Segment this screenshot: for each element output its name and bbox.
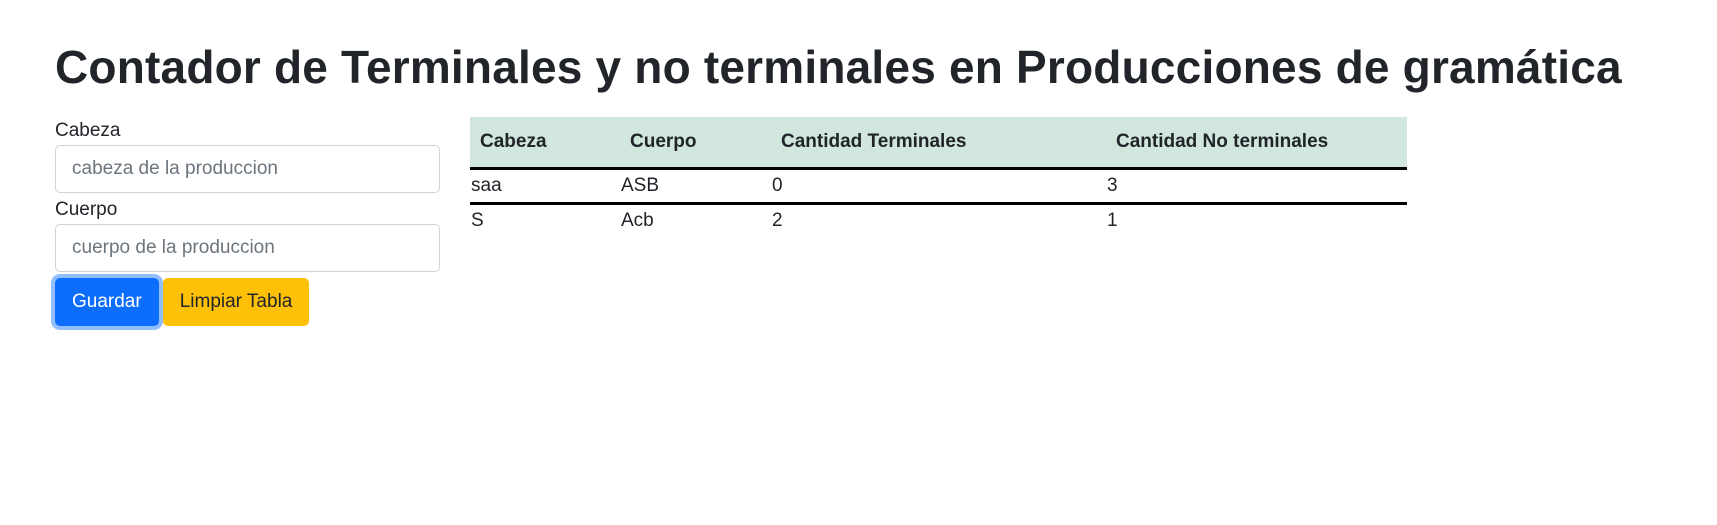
cell-cabeza: saa — [470, 168, 620, 205]
clear-table-button[interactable]: Limpiar Tabla — [162, 277, 310, 326]
table-row: saa ASB 0 3 — [470, 168, 1407, 205]
header-cuerpo: Cuerpo — [620, 117, 771, 170]
table-row: S Acb 2 1 — [470, 204, 1407, 238]
header-cantidad-terminales: Cantidad Terminales — [771, 117, 1106, 170]
page-title: Contador de Terminales y no terminales e… — [55, 41, 1622, 93]
cabeza-input[interactable] — [55, 144, 440, 193]
cell-cuerpo: Acb — [621, 210, 654, 231]
save-button[interactable]: Guardar — [55, 277, 159, 326]
table-body: saa ASB 0 3 S Acb 2 1 — [470, 168, 1407, 238]
cell-cantidad-no-terminales: 1 — [1107, 210, 1118, 231]
header-cantidad-no-terminales: Cantidad No terminales — [1106, 117, 1407, 170]
cell-cantidad-no-terminales: 3 — [1106, 168, 1407, 205]
cell-cantidad-terminales: 0 — [771, 168, 1106, 205]
table-header: Cabeza Cuerpo Cantidad Terminales Cantid… — [470, 117, 1407, 170]
cell-cabeza: S — [471, 210, 484, 231]
header-cabeza: Cabeza — [470, 117, 620, 170]
page: Contador de Terminales y no terminales e… — [0, 0, 1717, 525]
production-form: Cabeza Cuerpo Guardar Limpiar Tabla — [55, 120, 440, 326]
form-buttons: Guardar Limpiar Tabla — [55, 277, 440, 326]
cuerpo-label: Cuerpo — [55, 198, 118, 220]
cuerpo-input[interactable] — [55, 223, 440, 272]
table-header-row: Cabeza Cuerpo Cantidad Terminales Cantid… — [470, 117, 1407, 170]
cell-cuerpo: ASB — [620, 168, 771, 205]
productions-table: Cabeza Cuerpo Cantidad Terminales Cantid… — [470, 117, 1407, 237]
cabeza-label: Cabeza — [55, 120, 121, 141]
cell-cantidad-terminales: 2 — [772, 210, 783, 231]
